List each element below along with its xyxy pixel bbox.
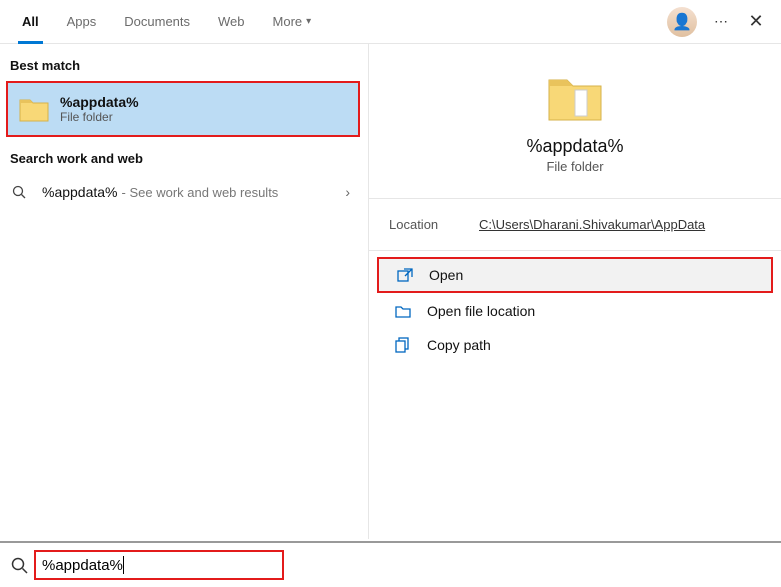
result-subtitle: File folder (60, 110, 348, 124)
preview-title: %appdata% (389, 136, 761, 157)
search-icon (12, 185, 36, 199)
caret-down-icon: ▾ (306, 16, 311, 27)
tab-web[interactable]: Web (204, 0, 259, 44)
open-action[interactable]: Open (377, 257, 773, 293)
chevron-right-icon: › (339, 184, 356, 200)
folder-icon (18, 93, 50, 125)
open-icon (397, 268, 419, 282)
preview-pane: %appdata% File folder Location C:\Users\… (368, 44, 781, 539)
location-label: Location (389, 217, 479, 232)
location-row: Location C:\Users\Dharani.Shivakumar\App… (369, 199, 781, 251)
best-match-result[interactable]: %appdata% File folder (6, 81, 360, 137)
more-options-button[interactable]: ⋯ (705, 13, 739, 30)
open-file-location-action[interactable]: Open file location (377, 295, 773, 327)
search-web-query: %appdata% (42, 184, 118, 200)
search-web-row[interactable]: %appdata% - See work and web results › (0, 174, 368, 210)
user-avatar[interactable]: 👤 (667, 7, 697, 37)
search-work-web-heading: Search work and web (0, 151, 368, 174)
tab-more[interactable]: More ▾ (259, 0, 326, 44)
search-bar: %appdata% (0, 541, 781, 587)
open-label: Open (429, 267, 463, 283)
folder-open-icon (395, 304, 417, 318)
tab-documents[interactable]: Documents (110, 0, 204, 44)
close-button[interactable]: ✕ (739, 11, 773, 32)
open-file-location-label: Open file location (427, 303, 535, 319)
results-pane: Best match %appdata% File folder Search … (0, 44, 368, 539)
copy-icon (395, 337, 417, 353)
tab-all[interactable]: All (8, 0, 53, 44)
search-input-text: %appdata% (42, 557, 123, 574)
location-path-link[interactable]: C:\Users\Dharani.Shivakumar\AppData (479, 217, 705, 232)
text-cursor (123, 556, 124, 574)
folder-large-icon (547, 72, 603, 122)
tab-apps[interactable]: Apps (53, 0, 111, 44)
copy-path-label: Copy path (427, 337, 491, 353)
search-web-suffix: - See work and web results (122, 185, 279, 200)
search-input-wrap[interactable]: %appdata% (34, 550, 284, 580)
copy-path-action[interactable]: Copy path (377, 329, 773, 361)
tab-more-label: More (273, 14, 303, 29)
search-bar-icon (0, 557, 38, 574)
tabs-bar: All Apps Documents Web More ▾ 👤 ⋯ ✕ (0, 0, 781, 44)
result-title: %appdata% (60, 94, 348, 110)
preview-subtitle: File folder (389, 159, 761, 174)
best-match-heading: Best match (0, 58, 368, 81)
